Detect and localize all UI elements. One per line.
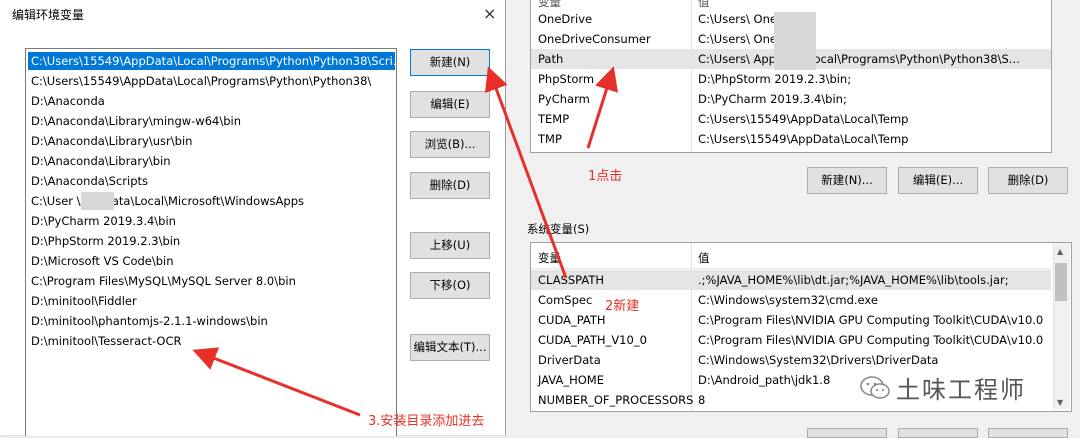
- watermark: 土味工程师: [860, 370, 1026, 405]
- annotation-step3: 3.安装目录添加进去: [368, 414, 485, 429]
- arrow-step3: [192, 347, 361, 417]
- watermark-text: 土味工程师: [896, 376, 1026, 404]
- wechat-icon: [860, 375, 890, 399]
- annotation-step1: 1点击: [588, 169, 623, 184]
- annotation-step2: 2新建: [605, 299, 640, 314]
- arrow-step2: [484, 66, 568, 279]
- arrow-step1: [586, 66, 619, 149]
